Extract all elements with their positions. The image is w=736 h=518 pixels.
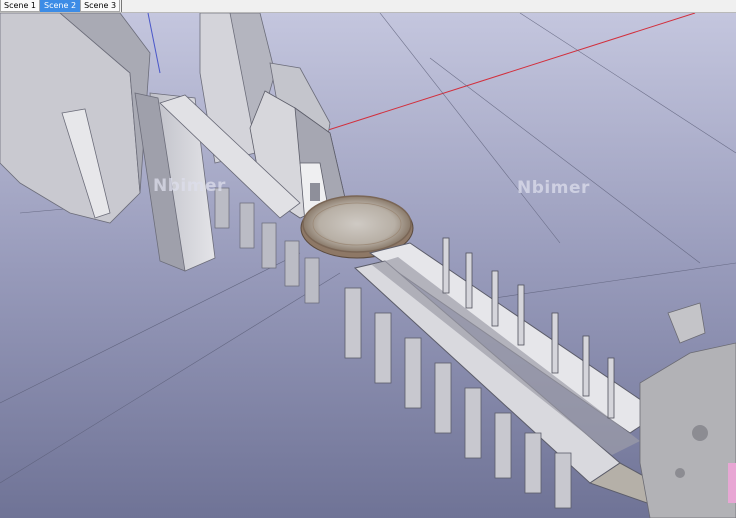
scene-tab-1[interactable]: Scene 1 (0, 0, 41, 12)
scene-tab-2[interactable]: Scene 2 (40, 0, 81, 12)
tab-separator (121, 0, 123, 12)
watermark-text: Nbimer (517, 178, 590, 198)
watermark-text: Nbimer (153, 176, 226, 196)
scene-tab-bar: Scene 1 Scene 2 Scene 3 (0, 0, 736, 13)
scene-render (0, 13, 736, 518)
scene-tab-3[interactable]: Scene 3 (80, 0, 121, 12)
3d-viewport[interactable]: Nbimer Nbimer (0, 13, 736, 518)
